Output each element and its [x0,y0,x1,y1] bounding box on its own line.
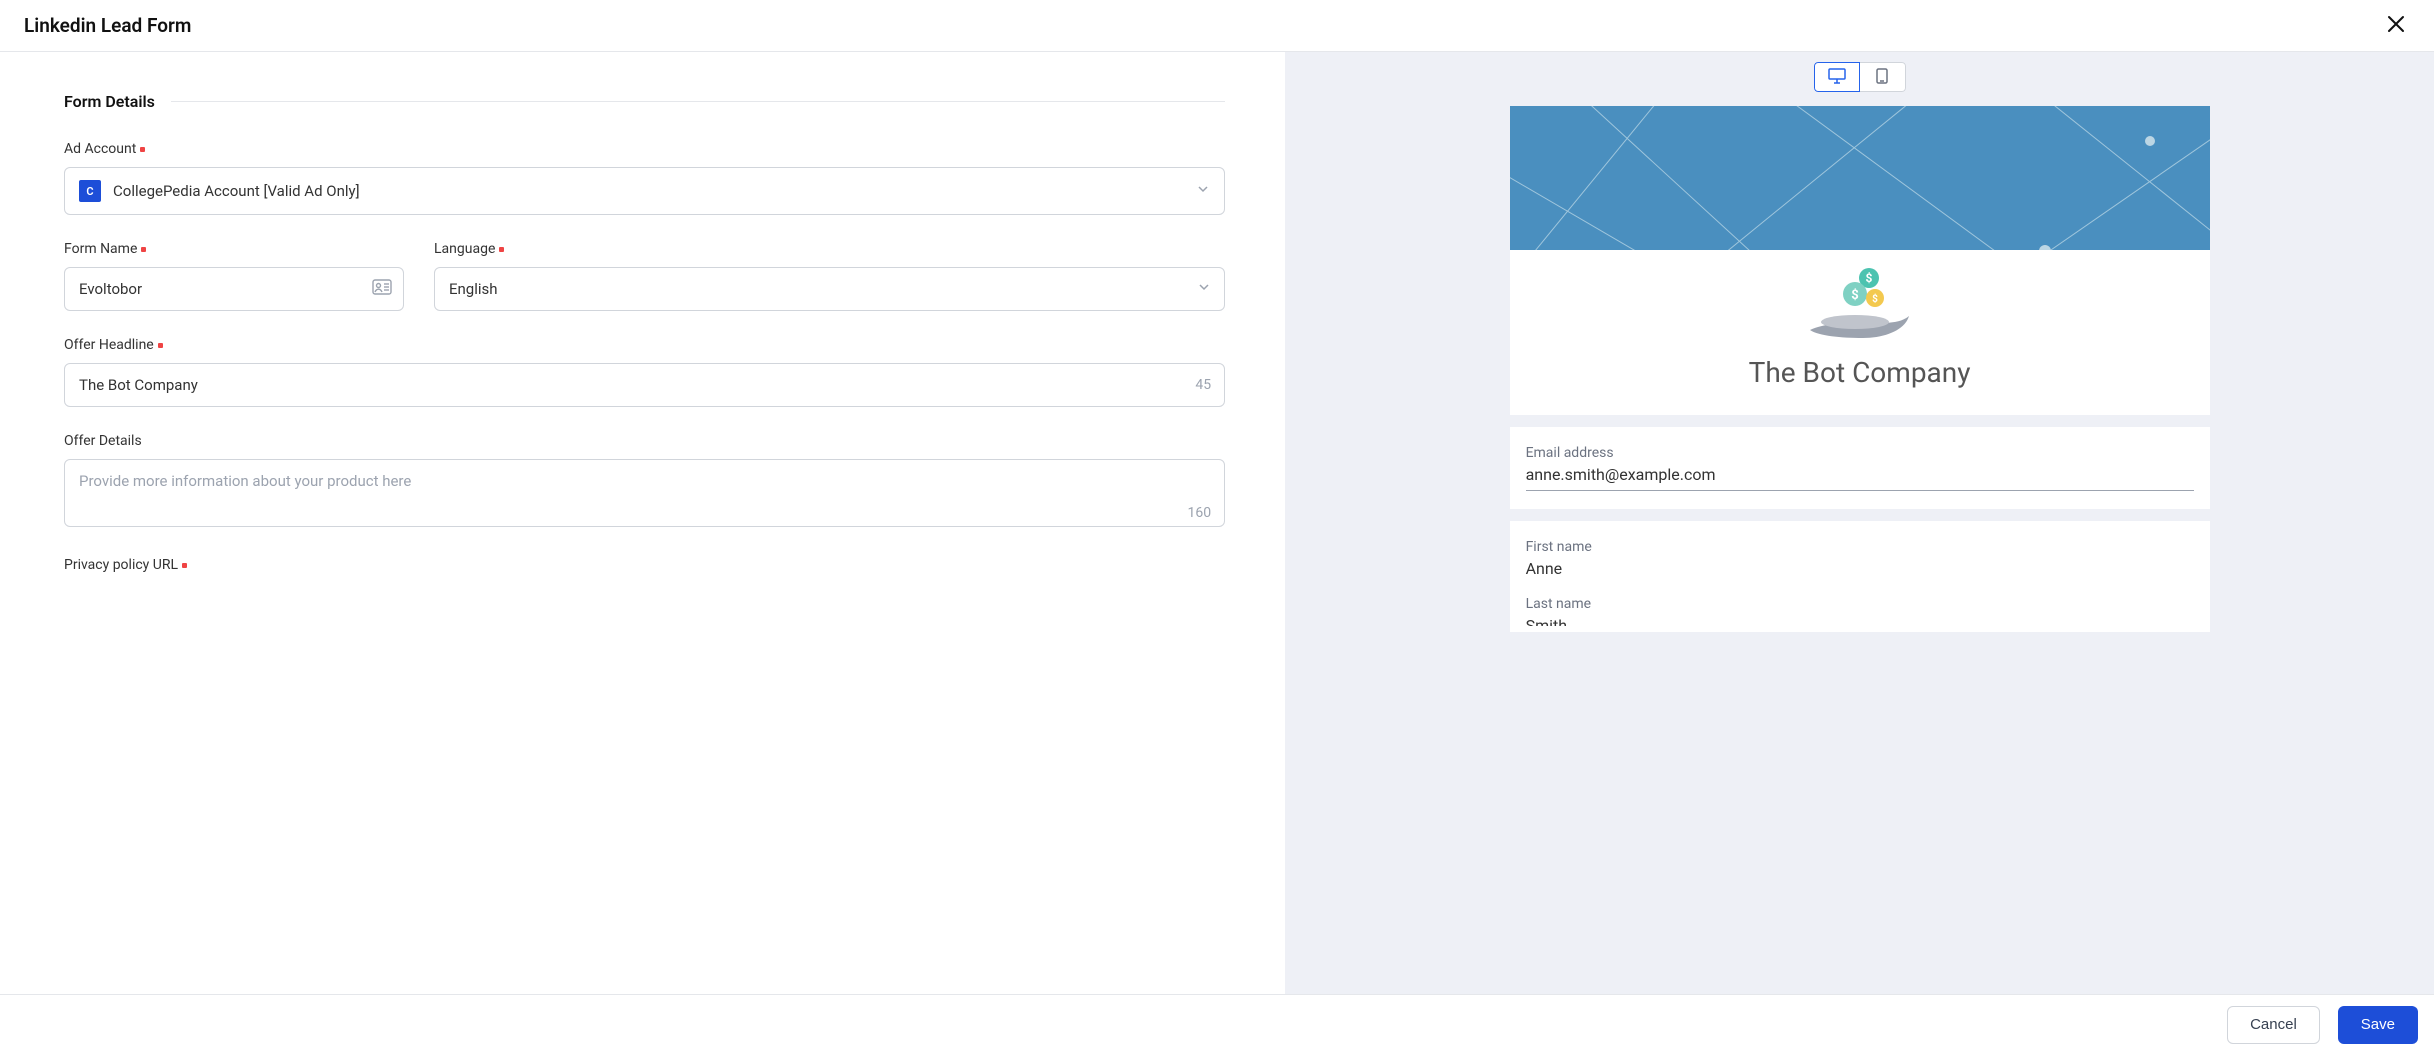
preview-firstname-label: First name [1526,539,2194,555]
section-title: Form Details [64,92,155,111]
offer-headline-input[interactable] [64,363,1225,407]
ad-account-value: CollegePedia Account [Valid Ad Only] [113,182,360,200]
svg-text:$: $ [1851,288,1858,303]
account-avatar: C [79,180,101,202]
desktop-icon [1828,68,1846,87]
preview-email-label: Email address [1526,445,2194,461]
mobile-icon [1876,68,1888,87]
company-logo: $ $ $ [1800,250,1920,350]
id-card-icon [372,279,392,299]
ad-account-label: Ad Account [64,141,1225,157]
offer-details-input[interactable] [64,459,1225,527]
offer-headline-counter: 45 [1195,377,1211,393]
device-toggle [1814,62,1906,92]
offer-details-counter: 160 [1188,505,1212,521]
offer-details-label: Offer Details [64,433,1225,449]
svg-text:$: $ [1865,271,1872,285]
close-button[interactable] [2382,10,2410,41]
save-button[interactable]: Save [2338,1006,2418,1044]
preview-lastname-label: Last name [1526,596,2194,612]
ad-account-select[interactable]: C CollegePedia Account [Valid Ad Only] [64,167,1225,215]
cancel-button[interactable]: Cancel [2227,1006,2320,1044]
form-preview: $ $ $ The Bot Company Email address ann [1510,102,2210,994]
form-name-label: Form Name [64,241,404,257]
privacy-url-label: Privacy policy URL [64,557,1225,573]
language-select[interactable]: English [434,267,1225,311]
svg-text:$: $ [1872,292,1878,305]
desktop-view-button[interactable] [1814,62,1860,92]
chevron-down-icon [1196,182,1210,200]
preview-firstname-value: Anne [1526,559,2194,578]
preview-email-value: anne.smith@example.com [1526,465,2194,491]
offer-headline-label: Offer Headline [64,337,1225,353]
page-title: Linkedin Lead Form [24,14,191,37]
language-label: Language [434,241,1225,257]
mobile-view-button[interactable] [1860,62,1906,92]
preview-headline: The Bot Company [1526,356,2194,389]
preview-lastname-value: Smith [1526,616,2194,626]
form-name-input[interactable] [64,267,404,311]
close-icon [2386,22,2406,37]
divider [171,101,1225,102]
